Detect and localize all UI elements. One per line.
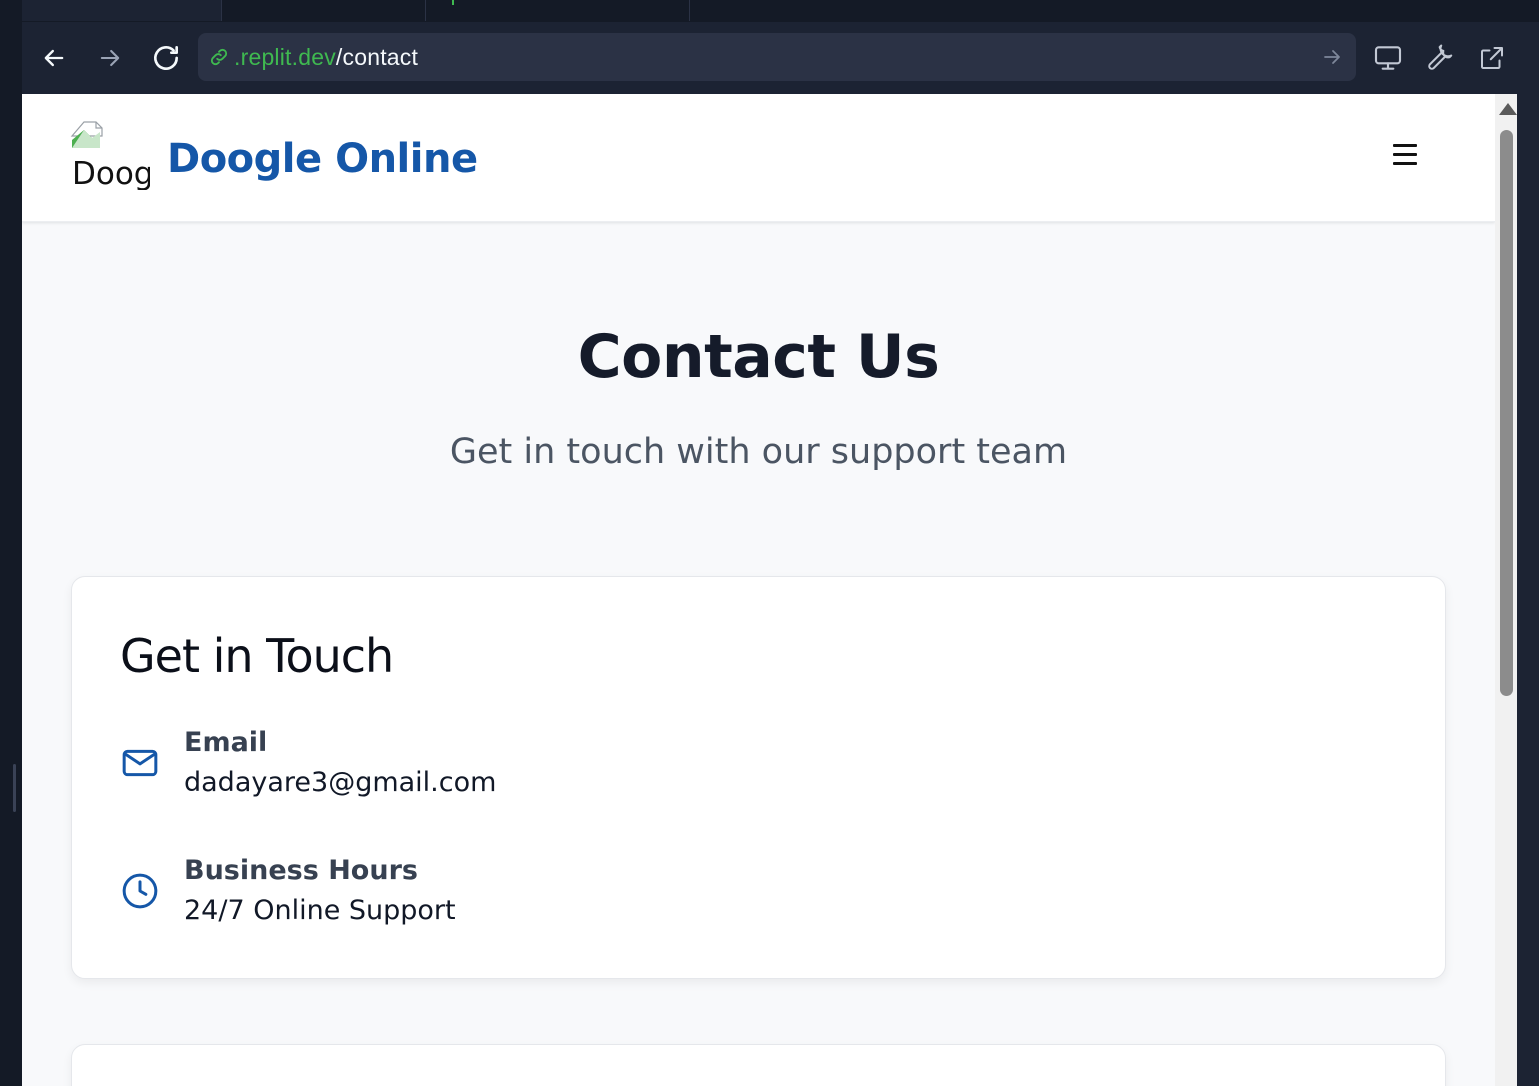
logo-image[interactable]: Doogle Online [70, 120, 150, 190]
devtools-screen-button[interactable] [1370, 40, 1406, 76]
page-title: Contact Us [577, 322, 940, 392]
email-value[interactable]: dadayare3@gmail.com [184, 767, 496, 798]
reload-button[interactable] [148, 40, 184, 76]
browser-toolbar: .replit.dev/contact [22, 22, 1517, 94]
arrow-left-icon [44, 49, 64, 67]
email-label: Email [184, 727, 268, 758]
hamburger-menu-icon[interactable] [1390, 144, 1420, 174]
browser-tab-strip [0, 0, 1539, 22]
email-row: Email dadayare3@gmail.com [120, 727, 1020, 807]
browser-tab[interactable] [426, 0, 690, 21]
browser-tab[interactable] [222, 0, 426, 21]
arrow-right-icon [100, 49, 120, 67]
scrollbar-thumb[interactable] [1500, 130, 1513, 696]
right-rail [1517, 22, 1539, 1086]
contact-form-card [71, 1044, 1446, 1086]
browser-tab[interactable] [22, 0, 222, 21]
clock-icon [122, 873, 158, 909]
reload-icon [154, 46, 178, 70]
mail-icon [122, 749, 158, 777]
page-subtitle: Get in touch with our support team [449, 432, 1068, 472]
logo-alt-text: Doogle Online [72, 156, 150, 190]
wrench-icon [1428, 44, 1453, 70]
resize-handle[interactable] [13, 764, 16, 812]
business-hours-value: 24/7 Online Support [184, 895, 456, 926]
devtools-button[interactable] [1422, 40, 1458, 76]
url-text: .replit.dev/contact [234, 44, 418, 71]
back-button[interactable] [36, 40, 72, 76]
broken-image-icon [70, 121, 103, 148]
site-header: Doogle Online Doogle Online [22, 94, 1495, 222]
address-bar[interactable]: .replit.dev/contact [198, 33, 1356, 81]
scroll-up-arrow-icon[interactable] [1499, 103, 1517, 115]
business-hours-label: Business Hours [184, 855, 418, 886]
open-in-new-tab-button[interactable] [1474, 40, 1510, 76]
forward-button[interactable] [92, 40, 128, 76]
left-rail [0, 22, 22, 1086]
business-hours-row: Business Hours 24/7 Online Support [120, 855, 1020, 935]
contact-info-card: Get in Touch Email dadayare3@gmail.com B… [71, 576, 1446, 979]
external-link-icon [1481, 47, 1503, 69]
brand-name[interactable]: Doogle Online [167, 136, 478, 182]
card-title: Get in Touch [120, 629, 394, 683]
page-viewport: Doogle Online Doogle Online Contact Us G… [22, 94, 1495, 1086]
page-scrollbar[interactable] [1495, 94, 1517, 1086]
url-host: .replit.dev [234, 43, 336, 70]
url-path: /contact [335, 43, 419, 70]
monitor-icon [1374, 46, 1402, 70]
link-icon [206, 44, 232, 70]
go-arrow-icon[interactable] [1320, 45, 1344, 69]
tab-indicator [452, 0, 454, 5]
